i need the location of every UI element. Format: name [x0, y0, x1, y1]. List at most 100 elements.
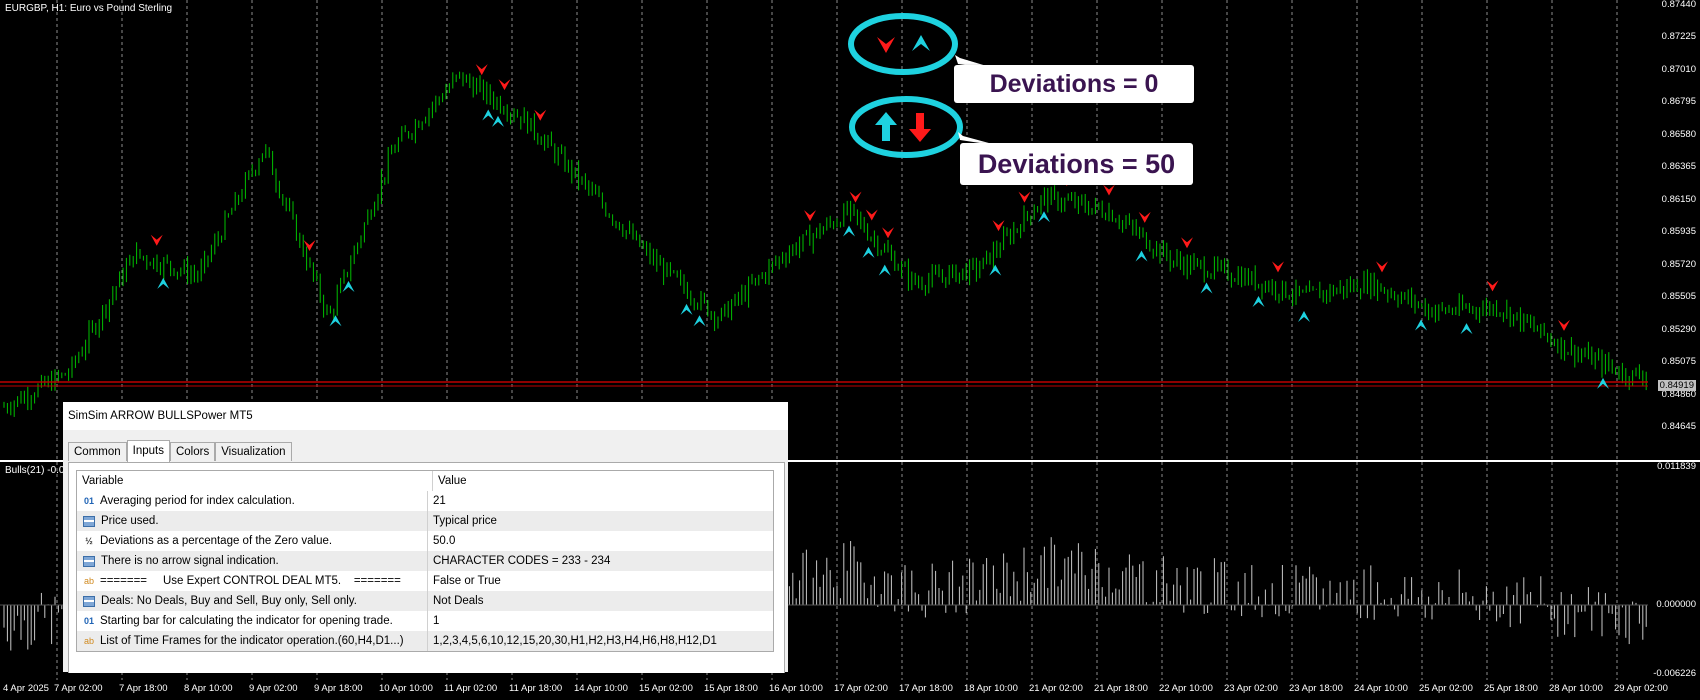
buy-arrow-icon: [1038, 211, 1050, 223]
x-tick: 21 Apr 02:00: [1029, 683, 1083, 694]
variable-name: Starting bar for calculating the indicat…: [100, 615, 393, 627]
table-row[interactable]: Price used. Typical price: [77, 511, 773, 531]
y-tick-sub: 0.011839: [1657, 461, 1696, 472]
sell-arrow-icon: [303, 240, 316, 252]
y-tick: 0.85505: [1661, 291, 1696, 302]
signal-arrows: [150, 64, 1609, 389]
indicator-properties-dialog: SimSim ARROW BULLSPower MT5 Common Input…: [63, 402, 788, 673]
table-row[interactable]: There is no arrow signal indication. CHA…: [77, 551, 773, 571]
table-header: Variable Value: [77, 471, 773, 491]
buy-arrow-icon: [1200, 282, 1213, 294]
column-header-variable[interactable]: Variable: [77, 471, 433, 491]
variable-name: Deals: No Deals, Buy and Sell, Buy only,…: [101, 595, 357, 607]
y-tick: 0.84645: [1661, 421, 1696, 432]
value-cell[interactable]: Typical price: [428, 511, 773, 531]
legend-arrow-up-icon: [912, 35, 930, 51]
buy-arrow-icon: [693, 315, 706, 327]
inputs-table: Variable Value 01 Averaging period for in…: [76, 470, 774, 652]
tab-colors[interactable]: Colors: [169, 442, 216, 461]
callout-deviations-fifty: Deviations = 50: [960, 143, 1193, 185]
table-row[interactable]: ½ Deviations as a percentage of the Zero …: [77, 531, 773, 551]
x-tick: 23 Apr 02:00: [1224, 683, 1278, 694]
x-tick: 8 Apr 10:00: [184, 683, 233, 694]
buy-arrow-icon: [1135, 250, 1148, 262]
sell-arrow-icon: [1103, 184, 1115, 196]
x-tick: 17 Apr 18:00: [899, 683, 953, 694]
sell-arrow-icon: [150, 234, 163, 246]
x-tick: 9 Apr 02:00: [249, 683, 298, 694]
legend-thick-down-arrow-icon: [909, 113, 931, 142]
x-tick: 24 Apr 10:00: [1354, 683, 1408, 694]
buy-arrow-icon: [492, 115, 504, 127]
sell-arrow-icon: [534, 109, 547, 121]
legend-ring-bottom: [849, 96, 963, 158]
sell-arrow-icon: [849, 191, 862, 203]
buy-arrow-icon: [862, 246, 875, 258]
subwindow-label: Bulls(21) -0.00: [5, 465, 71, 476]
value-cell[interactable]: CHARACTER CODES = 233 - 234: [428, 551, 773, 571]
sell-arrow-icon: [1376, 261, 1388, 273]
tab-inputs[interactable]: Inputs: [126, 440, 170, 462]
x-tick: 21 Apr 18:00: [1094, 683, 1148, 694]
sell-arrow-icon: [1272, 261, 1284, 273]
y-tick: 0.87010: [1661, 64, 1696, 75]
x-tick: 18 Apr 10:00: [964, 683, 1018, 694]
buy-arrow-icon: [329, 315, 342, 327]
x-tick: 23 Apr 18:00: [1289, 683, 1343, 694]
buy-arrow-icon: [843, 225, 855, 237]
tab-visualization[interactable]: Visualization: [215, 442, 292, 461]
sell-arrow-icon: [1181, 237, 1193, 249]
x-tick: 14 Apr 10:00: [574, 683, 628, 694]
candlestick-series: [3, 71, 1647, 417]
table-row[interactable]: ab ======= Use Expert CONTROL DEAL MT5. =…: [77, 571, 773, 591]
value-cell[interactable]: 50.0: [428, 531, 773, 551]
string-icon: ab: [83, 576, 94, 586]
table-row[interactable]: Deals: No Deals, Buy and Sell, Buy only,…: [77, 591, 773, 611]
sell-arrow-icon: [498, 79, 511, 91]
buy-arrow-icon: [482, 109, 495, 121]
tab-common[interactable]: Common: [68, 442, 127, 461]
value-cell[interactable]: 21: [428, 491, 773, 511]
x-tick: 25 Apr 18:00: [1484, 683, 1538, 694]
value-cell[interactable]: 1: [428, 611, 773, 631]
integer-icon: 01: [83, 616, 94, 626]
callout-deviations-zero: Deviations = 0: [954, 65, 1194, 103]
price-axis[interactable]: 0.87440 0.87225 0.87010 0.86795 0.86580 …: [1648, 0, 1700, 700]
variable-name: There is no arrow signal indication.: [101, 555, 279, 567]
value-cell[interactable]: Not Deals: [428, 591, 773, 611]
x-tick: 15 Apr 18:00: [704, 683, 758, 694]
x-tick: 11 Apr 18:00: [509, 683, 563, 694]
y-tick: 0.85935: [1661, 226, 1696, 237]
table-row[interactable]: ab List of Time Frames for the indicator …: [77, 631, 773, 651]
y-tick: 0.86795: [1661, 96, 1696, 107]
table-row[interactable]: 01 Averaging period for index calculation…: [77, 491, 773, 511]
x-tick: 15 Apr 02:00: [639, 683, 693, 694]
x-tick: 29 Apr 02:00: [1614, 683, 1668, 694]
integer-icon: 01: [83, 496, 94, 506]
column-header-value[interactable]: Value: [433, 471, 773, 491]
enum-icon: [83, 555, 95, 567]
value-cell[interactable]: False or True: [428, 571, 773, 591]
dialog-title[interactable]: SimSim ARROW BULLSPower MT5: [63, 402, 788, 430]
y-tick: 0.87440: [1661, 0, 1696, 10]
y-tick-sub: -0.006226: [1653, 668, 1696, 679]
variable-name: ======= Use Expert CONTROL DEAL MT5. ===…: [100, 575, 401, 587]
y-tick: 0.85720: [1661, 259, 1696, 270]
buy-arrow-icon: [157, 277, 170, 289]
x-tick: 10 Apr 10:00: [379, 683, 433, 694]
legend-thick-up-arrow-icon: [875, 112, 897, 141]
variable-name: Deviations as a percentage of the Zero v…: [100, 535, 333, 547]
x-tick: 7 Apr 02:00: [54, 683, 103, 694]
sell-arrow-icon: [1558, 319, 1570, 331]
table-row[interactable]: 01 Starting bar for calculating the indic…: [77, 611, 773, 631]
variable-name: Averaging period for index calculation.: [100, 495, 295, 507]
x-tick: 28 Apr 10:00: [1549, 683, 1603, 694]
legend-ring-top: [848, 13, 958, 75]
sell-arrow-icon: [882, 227, 894, 239]
y-tick: 0.85290: [1661, 324, 1696, 335]
y-tick: 0.86580: [1661, 129, 1696, 140]
enum-icon: [83, 595, 95, 607]
buy-arrow-icon: [1415, 319, 1427, 331]
y-tick: 0.85075: [1661, 356, 1696, 367]
value-cell[interactable]: 1,2,3,4,5,6,10,12,15,20,30,H1,H2,H3,H4,H…: [428, 631, 773, 651]
